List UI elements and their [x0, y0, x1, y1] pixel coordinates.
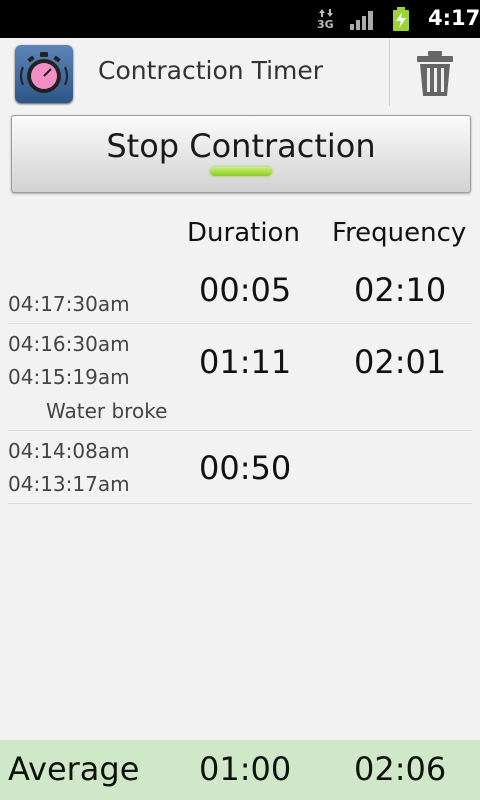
stop-contraction-button[interactable]: Stop Contraction [11, 115, 471, 193]
app-title: Contraction Timer [98, 56, 324, 85]
end-time: 04:15:19am [8, 365, 130, 389]
start-time: 04:17:30am [8, 292, 130, 316]
trash-icon[interactable] [408, 48, 462, 100]
contraction-note: Water broke [46, 399, 168, 423]
frequency-value: 02:10 [354, 271, 447, 309]
frequency-value: 02:01 [354, 343, 447, 381]
average-footer: Average 01:00 02:06 [0, 740, 480, 800]
status-bar: 3G 4:17 [0, 0, 480, 38]
table-row[interactable]: 04:17:30am 00:05 02:10 [8, 262, 472, 324]
signal-icon [350, 11, 373, 30]
stopwatch-icon[interactable] [15, 45, 73, 103]
start-time: 04:14:08am [8, 439, 130, 463]
duration-header: Duration [187, 218, 300, 248]
title-bar: Contraction Timer [0, 38, 480, 108]
start-time: 04:16:30am [8, 332, 130, 356]
duration-value: 01:11 [199, 343, 292, 381]
duration-value: 00:50 [199, 449, 292, 487]
stop-contraction-label: Stop Contraction [106, 127, 376, 165]
average-label: Average [8, 750, 140, 788]
frequency-header: Frequency [332, 218, 467, 248]
network-label: 3G [317, 18, 334, 31]
average-frequency: 02:06 [354, 750, 447, 788]
end-time: 04:13:17am [8, 472, 130, 496]
average-duration: 01:00 [199, 750, 292, 788]
title-divider [389, 38, 390, 106]
battery-charging-icon [393, 7, 409, 31]
duration-value: 00:05 [199, 271, 292, 309]
table-row[interactable]: 04:14:08am 04:13:17am 00:50 [8, 431, 472, 504]
active-indicator [210, 167, 272, 176]
table-row[interactable]: 04:16:30am 04:15:19am Water broke 01:11 … [8, 324, 472, 431]
clock-time: 4:17 [428, 6, 480, 30]
